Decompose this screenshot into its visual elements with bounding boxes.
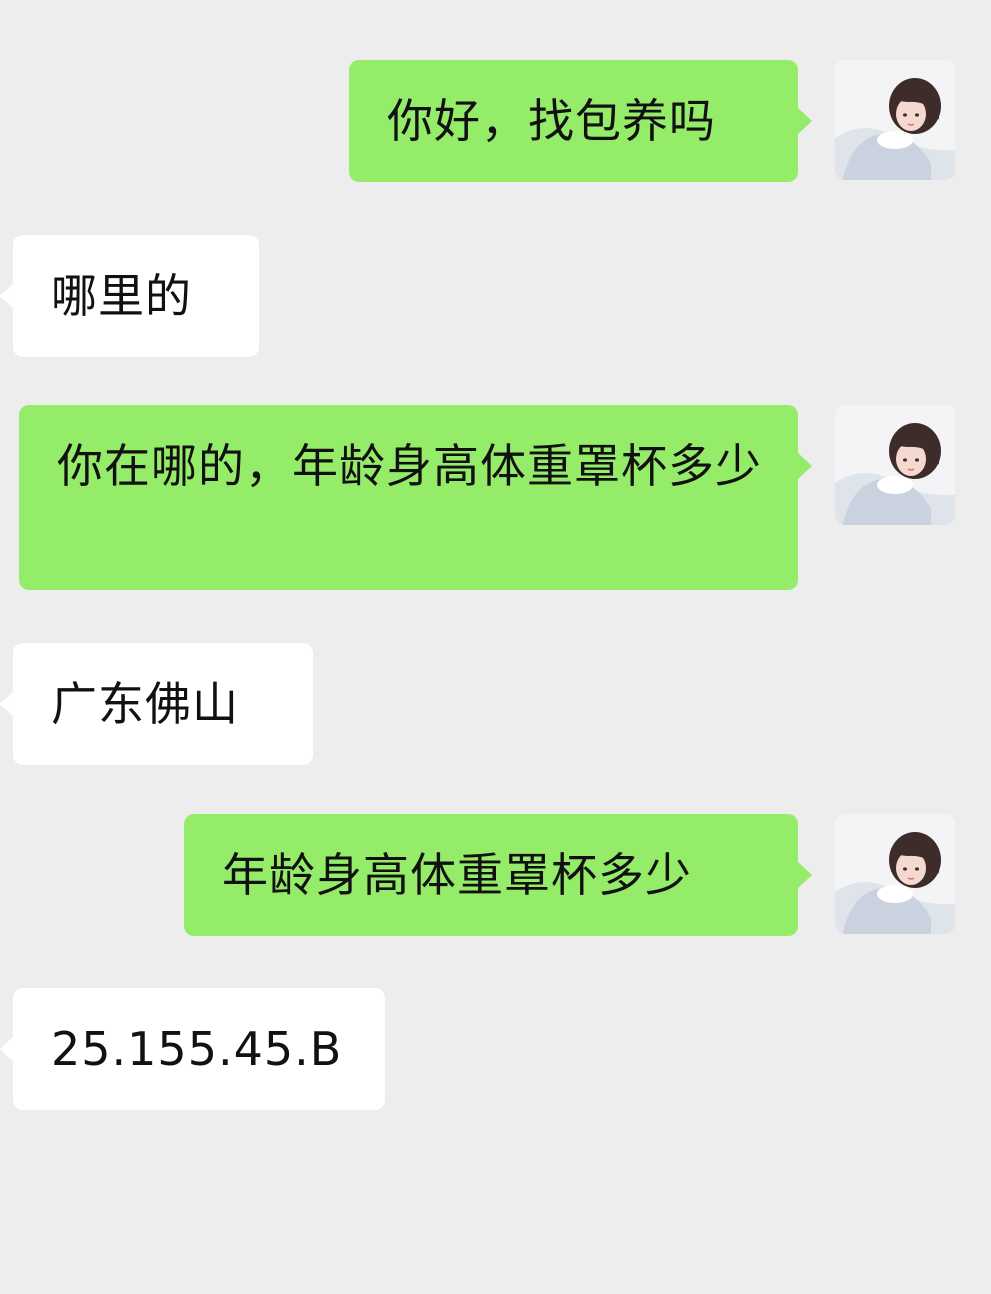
message-text: 广东佛山 — [51, 677, 239, 731]
message-bubble[interactable]: 广东佛山 — [13, 643, 313, 765]
girl-avatar-icon[interactable] — [835, 60, 955, 180]
message-bubble[interactable]: 哪里的 — [13, 235, 259, 357]
message-bubble[interactable]: 你在哪的，年龄身高体重罩杯多少 — [19, 405, 798, 590]
chat-message-list[interactable]: 你好，找包养吗 哪里的 你在哪的，年龄身高体重罩杯多少 广东佛山 年龄身高体重罩… — [0, 0, 991, 1294]
girl-avatar-icon[interactable] — [835, 405, 955, 525]
message-bubble[interactable]: 你好，找包养吗 — [349, 60, 798, 182]
message-bubble[interactable]: 25.155.45.B — [13, 988, 385, 1110]
bubble-tail — [798, 862, 812, 888]
message-text: 哪里的 — [51, 269, 192, 323]
message-text: 年龄身高体重罩杯多少 — [222, 848, 692, 902]
bubble-tail — [0, 283, 14, 309]
message-text: 你在哪的，年龄身高体重罩杯多少 — [57, 439, 762, 493]
message-bubble[interactable]: 年龄身高体重罩杯多少 — [184, 814, 798, 936]
message-text: 你好，找包养吗 — [387, 94, 716, 148]
girl-avatar-icon[interactable] — [835, 814, 955, 934]
bubble-tail — [798, 108, 812, 134]
bubble-tail — [798, 453, 812, 479]
bubble-tail — [0, 691, 14, 717]
message-text: 25.155.45.B — [51, 1022, 343, 1076]
bubble-tail — [0, 1036, 14, 1062]
